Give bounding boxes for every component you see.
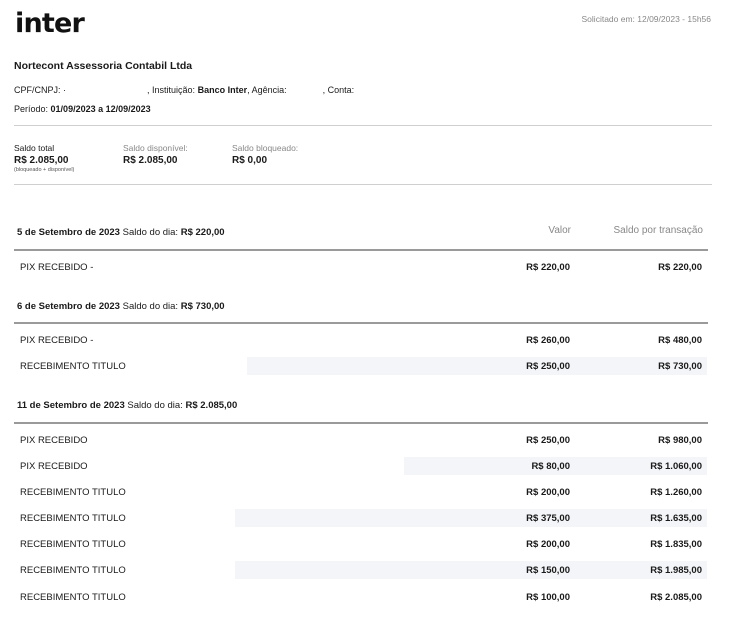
divider <box>14 184 712 185</box>
day-balance-label: Saldo do dia: <box>122 227 179 238</box>
cpf-value: · <box>63 85 67 95</box>
total-balance-label: Saldo total <box>14 143 55 153</box>
day-header: 5 de Setembro de 2023 Saldo do dia: R$ 2… <box>17 227 225 238</box>
inter-logo: inter <box>15 8 85 39</box>
requested-timestamp: Solicitado em: 12/09/2023 - 15h56 <box>581 14 711 24</box>
blocked-balance: Saldo bloqueado: R$ 0,00 <box>232 143 298 166</box>
cpf-label: CPF/CNPJ: <box>14 85 61 95</box>
account-identification: CPF/CNPJ: · , Instituição: Banco Inter, A… <box>14 85 354 95</box>
transaction-row: RECEBIMENTO TITULO R$ 200,00 R$ 1.835,00 <box>14 535 707 555</box>
available-balance: Saldo disponível: R$ 2.085,00 <box>123 143 188 166</box>
available-balance-label: Saldo disponível: <box>123 143 188 153</box>
institution-value: Banco Inter <box>197 85 248 95</box>
day-balance: R$ 220,00 <box>180 227 225 238</box>
blocked-balance-label: Saldo bloqueado: <box>232 143 299 153</box>
transaction-running-balance: R$ 1.260,00 <box>650 487 702 498</box>
total-balance: Saldo total R$ 2.085,00 (bloqueado + dis… <box>14 143 74 173</box>
period-value: 01/09/2023 a 12/09/2023 <box>50 104 151 114</box>
row-stripe <box>247 357 707 375</box>
day-balance: R$ 2.085,00 <box>185 400 238 411</box>
day-date: 6 de Setembro de 2023 <box>17 301 120 312</box>
column-header-value: Valor <box>548 225 571 236</box>
row-stripe <box>235 509 707 527</box>
transaction-amount: R$ 250,00 <box>526 361 570 372</box>
agency-label: , Agência: <box>247 85 287 95</box>
day-header: 6 de Setembro de 2023 Saldo do dia: R$ 7… <box>17 301 225 312</box>
day-balance-label: Saldo do dia: <box>127 400 183 411</box>
transaction-row: RECEBIMENTO TITULO R$ 150,00 R$ 1.985,00 <box>14 561 707 581</box>
transaction-running-balance: R$ 1.635,00 <box>650 513 702 524</box>
transaction-amount: R$ 375,00 <box>526 513 570 524</box>
row-stripe <box>235 561 707 579</box>
period-label: Período: <box>14 104 49 114</box>
account-label: , Conta: <box>322 85 355 95</box>
day-date: 5 de Setembro de 2023 <box>17 227 120 238</box>
transaction-amount: R$ 200,00 <box>526 539 570 550</box>
company-name: Nortecont Assessoria Contabil Ltda <box>14 60 193 72</box>
transaction-amount: R$ 220,00 <box>526 262 570 273</box>
transaction-running-balance: R$ 1.060,00 <box>650 461 702 472</box>
institution-label: , Instituição: <box>147 85 196 95</box>
transaction-description: PIX RECEBIDO <box>20 461 90 472</box>
day-header: 11 de Setembro de 2023 Saldo do dia: R$ … <box>17 400 237 411</box>
transaction-description: PIX RECEBIDO - <box>20 262 96 273</box>
transaction-amount: R$ 80,00 <box>531 461 570 472</box>
transaction-row: PIX RECEBIDO - R$ 220,00 R$ 220,00 <box>14 258 707 278</box>
transaction-running-balance: R$ 1.985,00 <box>650 565 702 576</box>
day-balance: R$ 730,00 <box>180 301 225 312</box>
transaction-description: RECEBIMENTO TITULO <box>20 565 128 576</box>
transaction-amount: R$ 100,00 <box>526 592 570 603</box>
available-balance-value: R$ 2.085,00 <box>123 155 178 166</box>
column-header-running-balance: Saldo por transação <box>613 225 703 236</box>
transaction-row: RECEBIMENTO TITULO R$ 100,00 R$ 2.085,00 <box>14 588 707 608</box>
transaction-amount: R$ 150,00 <box>526 565 570 576</box>
transaction-row: PIX RECEBIDO R$ 250,00 R$ 980,00 <box>14 431 707 451</box>
transaction-running-balance: R$ 1.835,00 <box>650 539 702 550</box>
divider <box>14 125 712 126</box>
day-balance-label: Saldo do dia: <box>122 301 179 312</box>
transaction-running-balance: R$ 730,00 <box>658 361 702 372</box>
transaction-description: PIX RECEBIDO - <box>20 335 96 346</box>
day-divider <box>14 249 708 251</box>
transaction-amount: R$ 250,00 <box>526 435 570 446</box>
transaction-row: RECEBIMENTO TITULO R$ 200,00 R$ 1.260,00 <box>14 483 707 503</box>
statement-period: Período: 01/09/2023 a 12/09/2023 <box>14 104 151 114</box>
transaction-running-balance: R$ 220,00 <box>658 262 702 273</box>
transaction-row: RECEBIMENTO TITULO R$ 250,00 R$ 730,00 <box>14 357 707 377</box>
transaction-running-balance: R$ 2.085,00 <box>650 592 702 603</box>
transaction-row: PIX RECEBIDO R$ 80,00 R$ 1.060,00 <box>14 457 707 477</box>
total-balance-value: R$ 2.085,00 <box>14 155 69 166</box>
transaction-description: RECEBIMENTO TITULO <box>20 592 128 603</box>
transaction-description: RECEBIMENTO TITULO <box>20 539 128 550</box>
total-balance-note: (bloqueado + disponível) <box>14 167 75 173</box>
transaction-amount: R$ 260,00 <box>526 335 570 346</box>
transaction-amount: R$ 200,00 <box>526 487 570 498</box>
blocked-balance-value: R$ 0,00 <box>232 155 268 166</box>
day-date: 11 de Setembro de 2023 <box>17 400 125 411</box>
day-divider <box>14 322 708 324</box>
transaction-description: PIX RECEBIDO <box>20 435 90 446</box>
day-divider <box>14 422 708 424</box>
transaction-row: PIX RECEBIDO - R$ 260,00 R$ 480,00 <box>14 331 707 351</box>
transaction-running-balance: R$ 980,00 <box>658 435 702 446</box>
transaction-description: RECEBIMENTO TITULO <box>20 487 128 498</box>
transaction-running-balance: R$ 480,00 <box>658 335 702 346</box>
transaction-description: RECEBIMENTO TITULO <box>20 513 128 524</box>
transaction-row: RECEBIMENTO TITULO R$ 375,00 R$ 1.635,00 <box>14 509 707 529</box>
transaction-description: RECEBIMENTO TITULO <box>20 361 128 372</box>
